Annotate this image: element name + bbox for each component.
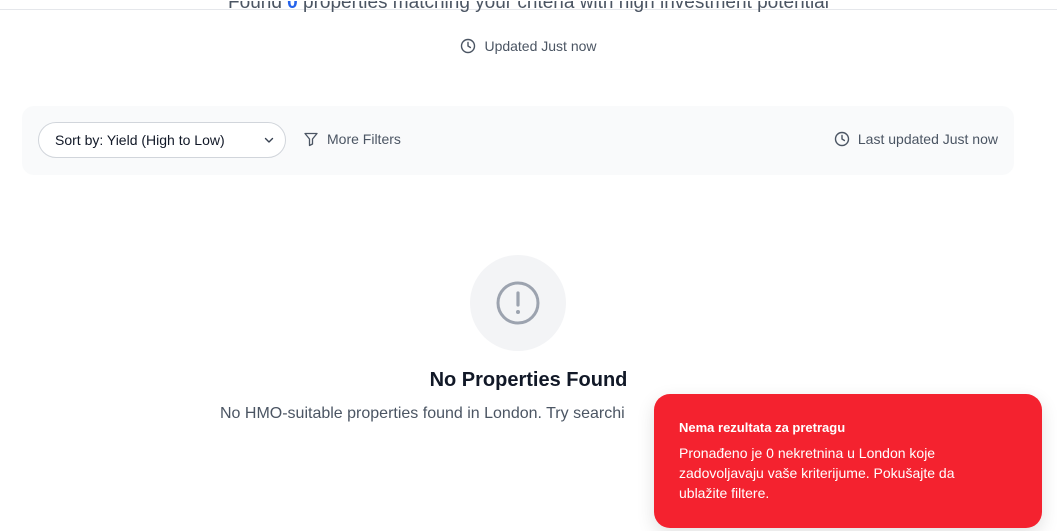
sort-select-label: Sort by: Yield (High to Low) <box>55 132 225 148</box>
summary-suffix: properties matching your criteria with h… <box>303 0 829 13</box>
toast-title: Nema rezultata za pretragu <box>679 420 846 435</box>
more-filters-button[interactable]: More Filters <box>303 131 401 147</box>
updated-status: Updated Just now <box>0 38 1057 54</box>
more-filters-label: More Filters <box>327 131 401 147</box>
sort-select[interactable]: Sort by: Yield (High to Low) <box>38 122 286 158</box>
last-updated-status: Last updated Just now <box>834 131 998 147</box>
chevron-down-icon <box>264 137 274 143</box>
updated-text: Updated Just now <box>484 38 597 54</box>
clock-icon <box>461 38 476 54</box>
summary-prefix: Found <box>228 0 282 13</box>
error-toast[interactable]: Nema rezultata za pretragu Pronađeno je … <box>654 394 1042 528</box>
empty-state-icon-container <box>470 255 566 351</box>
clock-icon <box>834 131 850 147</box>
results-count: 0 <box>287 0 298 13</box>
last-updated-text: Last updated Just now <box>857 131 998 147</box>
filter-toolbar: Sort by: Yield (High to Low) More Filter… <box>22 106 1014 175</box>
filter-icon <box>304 132 318 147</box>
empty-state-description: No HMO-suitable properties found in Lond… <box>220 405 625 422</box>
alert-circle-icon <box>496 281 540 325</box>
page: Found 0 properties matching your criteri… <box>0 0 1057 531</box>
empty-state-title: No Properties Found <box>429 369 628 391</box>
results-summary: Found 0 properties matching your criteri… <box>0 0 1057 14</box>
toast-message: Pronađeno je 0 nekretnina u London koje … <box>679 445 955 501</box>
